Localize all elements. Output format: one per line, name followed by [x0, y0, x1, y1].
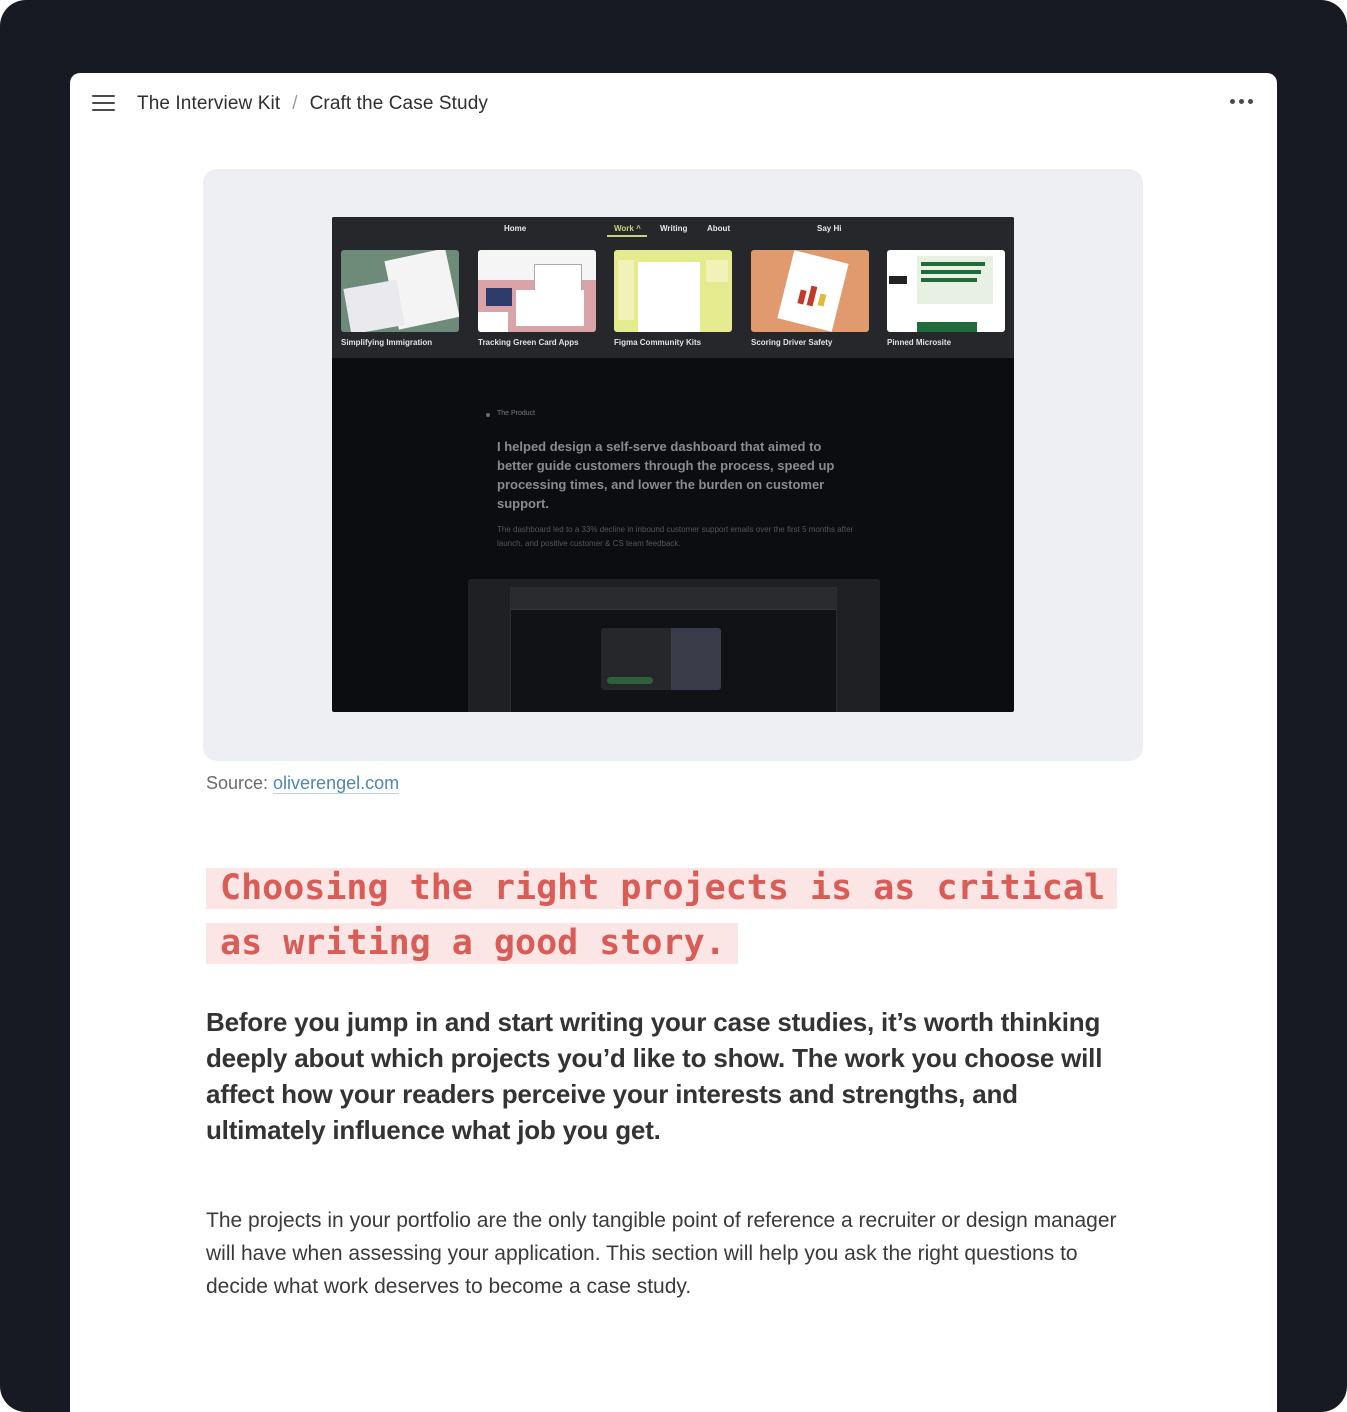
bullet-dot — [486, 413, 490, 417]
portfolio-screenshot-image: Home Work ^ Writing About Say Hi Simplif… — [332, 217, 1014, 712]
project-card-title: Figma Community Kits — [614, 338, 702, 347]
source-link[interactable]: oliverengel.com — [273, 773, 400, 794]
breadcrumb: The Interview Kit / Craft the Case Study — [137, 93, 488, 115]
more-horizontal-icon[interactable] — [1230, 99, 1253, 104]
breadcrumb-current[interactable]: Craft the Case Study — [310, 93, 488, 115]
breadcrumb-separator: / — [292, 93, 298, 114]
project-thumb — [614, 250, 732, 332]
project-card-title: Scoring Driver Safety — [751, 338, 833, 347]
project-thumb — [478, 250, 596, 332]
project-card: Pinned Microsite — [887, 250, 1005, 347]
project-thumb — [887, 250, 1005, 332]
mockup-browser-chrome — [511, 588, 836, 610]
mockup-browser-window — [510, 587, 837, 712]
screenshot-nav-home: Home — [504, 224, 527, 233]
callout-text: Choosing the right projects is as critic… — [206, 868, 1118, 964]
project-card: Tracking Green Card Apps — [478, 250, 596, 347]
screenshot-header: Home Work ^ Writing About Say Hi Simplif… — [332, 217, 1014, 358]
project-card-title: Pinned Microsite — [887, 338, 952, 347]
page-window: The Interview Kit / Craft the Case Study… — [70, 73, 1277, 1412]
hamburger-menu-icon[interactable] — [92, 93, 116, 115]
project-card-title: Tracking Green Card Apps — [478, 338, 579, 347]
screenshot-nav-say-hi: Say Hi — [817, 224, 842, 233]
lead-paragraph: Before you jump in and start writing you… — [206, 1007, 1103, 1145]
project-card: Simplifying Immigration — [341, 250, 459, 347]
screenshot-nav-writing: Writing — [660, 224, 688, 233]
screenshot-nav: Home Work ^ Writing About Say Hi — [332, 224, 1014, 236]
screenshot-product-label: The Product — [497, 410, 536, 417]
project-thumb — [751, 250, 869, 332]
device-frame: The Interview Kit / Craft the Case Study… — [0, 0, 1347, 1412]
screenshot-product-headline: I helped design a self-serve dashboard t… — [497, 439, 835, 511]
screenshot-dashboard-mockup — [468, 579, 880, 712]
top-bar: The Interview Kit / Craft the Case Study — [70, 73, 1277, 135]
screenshot-nav-about: About — [707, 224, 731, 233]
project-card: Figma Community Kits — [614, 250, 732, 347]
project-card-title: Simplifying Immigration — [341, 338, 433, 347]
breadcrumb-root[interactable]: The Interview Kit — [137, 93, 280, 115]
screenshot-project-cards: Simplifying Immigration Tracking Green C… — [341, 250, 1005, 350]
figure-container: Home Work ^ Writing About Say Hi Simplif… — [203, 169, 1143, 761]
mockup-modal — [601, 628, 721, 690]
highlight-callout: Choosing the right projects is as critic… — [206, 861, 1146, 971]
project-card: Scoring Driver Safety — [751, 250, 869, 347]
screenshot-product-subtext: The dashboard led to a 33% decline in in… — [497, 525, 854, 548]
caption-prefix: Source: — [206, 773, 274, 793]
project-thumb — [341, 250, 459, 332]
figure-caption: Source: oliverengel.com — [206, 773, 400, 794]
screenshot-nav-underline — [607, 235, 647, 237]
screenshot-nav-work: Work ^ — [614, 224, 641, 233]
body-paragraph: The projects in your portfolio are the o… — [206, 1209, 1117, 1298]
